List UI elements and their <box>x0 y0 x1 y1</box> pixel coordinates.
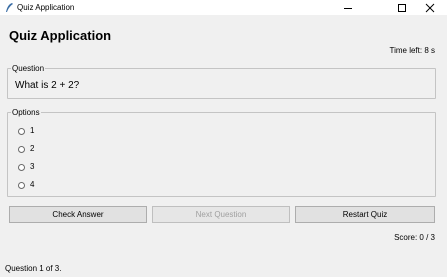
next-question-button[interactable]: Next Question <box>152 206 290 223</box>
option-radio-4[interactable]: 4 <box>18 179 34 191</box>
radio-button[interactable] <box>18 145 25 153</box>
score-label: Score: 0 / 3 <box>394 233 435 242</box>
maximize-icon <box>398 3 406 12</box>
option-label: 1 <box>30 126 35 135</box>
option-radio-1[interactable]: 1 <box>18 125 34 137</box>
minimize-button[interactable] <box>331 0 365 15</box>
options-group: Options 1 2 3 4 <box>7 108 436 197</box>
page-title: Quiz Application <box>9 28 112 43</box>
option-label: 3 <box>30 162 35 171</box>
timer-label: Time left: 8 s <box>389 46 436 55</box>
radio-button[interactable] <box>18 163 25 171</box>
feather-icon <box>6 3 13 12</box>
minimize-icon <box>344 7 352 9</box>
question-group: Question What is 2 + 2? <box>7 64 436 99</box>
check-answer-button[interactable]: Check Answer <box>9 206 147 223</box>
question-text: What is 2 + 2? <box>15 80 80 91</box>
option-label: 2 <box>30 144 35 153</box>
progress-label: Question 1 of 3. <box>5 264 62 273</box>
radio-button[interactable] <box>18 127 25 135</box>
options-legend: Options <box>11 108 41 117</box>
restart-quiz-button[interactable]: Restart Quiz <box>295 206 435 223</box>
option-radio-3[interactable]: 3 <box>18 161 34 173</box>
radio-button[interactable] <box>18 181 25 189</box>
option-label: 4 <box>30 180 35 189</box>
window-titlebar: Quiz Application <box>0 0 447 15</box>
question-legend: Question <box>11 64 46 73</box>
close-button[interactable] <box>413 0 447 15</box>
close-icon <box>425 3 435 12</box>
window-title: Quiz Application <box>17 3 75 12</box>
option-radio-2[interactable]: 2 <box>18 143 34 155</box>
